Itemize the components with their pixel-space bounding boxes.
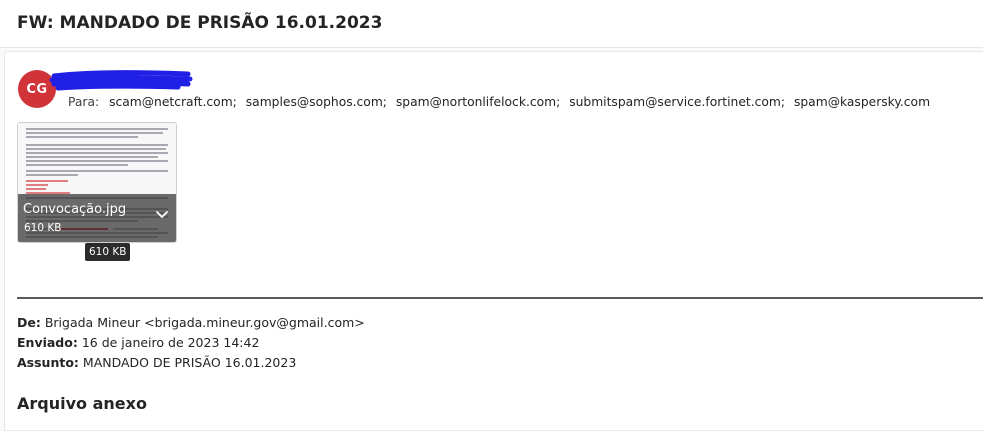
- subject-value: MANDADO DE PRISÃO 16.01.2023: [82, 355, 297, 370]
- from-value: Brigada Mineur <brigada.mineur.gov@gmail…: [44, 315, 365, 330]
- recipient[interactable]: submitspam@service.fortinet.com;: [569, 95, 785, 109]
- attachment-size-tooltip: 610 KB: [85, 243, 131, 261]
- attachment-name: Convocação.jpg: [23, 202, 127, 217]
- to-label: Para:: [68, 95, 100, 109]
- attachment-card[interactable]: Convocação.jpg 610 KB: [17, 122, 177, 243]
- chevron-down-icon[interactable]: [155, 210, 169, 220]
- subject-bar: FW: MANDADO DE PRISÃO 16.01.2023: [0, 0, 983, 48]
- forwarded-from: De: Brigada Mineur <brigada.mineur.gov@g…: [17, 315, 365, 330]
- forwarded-sent: Enviado: 16 de janeiro de 2023 14:42: [17, 335, 259, 350]
- avatar-initials: CG: [26, 81, 48, 97]
- to-line: Para: scam@netcraft.com; samples@sophos.…: [68, 95, 935, 109]
- from-label: De:: [17, 315, 41, 330]
- recipient[interactable]: spam@kaspersky.com: [794, 95, 930, 109]
- recipient[interactable]: samples@sophos.com;: [246, 95, 387, 109]
- recipient[interactable]: scam@netcraft.com;: [109, 95, 237, 109]
- attachment-size: 610 KB: [24, 222, 62, 234]
- sent-label: Enviado:: [17, 335, 78, 350]
- email-subject: FW: MANDADO DE PRISÃO 16.01.2023: [17, 13, 383, 33]
- sent-value: 16 de janeiro de 2023 14:42: [81, 335, 260, 350]
- redacted-sender-name: [49, 70, 193, 91]
- forward-divider: [17, 297, 983, 299]
- subject-label: Assunto:: [17, 355, 79, 370]
- section-heading: Arquivo anexo: [17, 394, 147, 413]
- forwarded-subject: Assunto: MANDADO DE PRISÃO 16.01.2023: [17, 355, 296, 370]
- recipient[interactable]: spam@nortonlifelock.com;: [396, 95, 560, 109]
